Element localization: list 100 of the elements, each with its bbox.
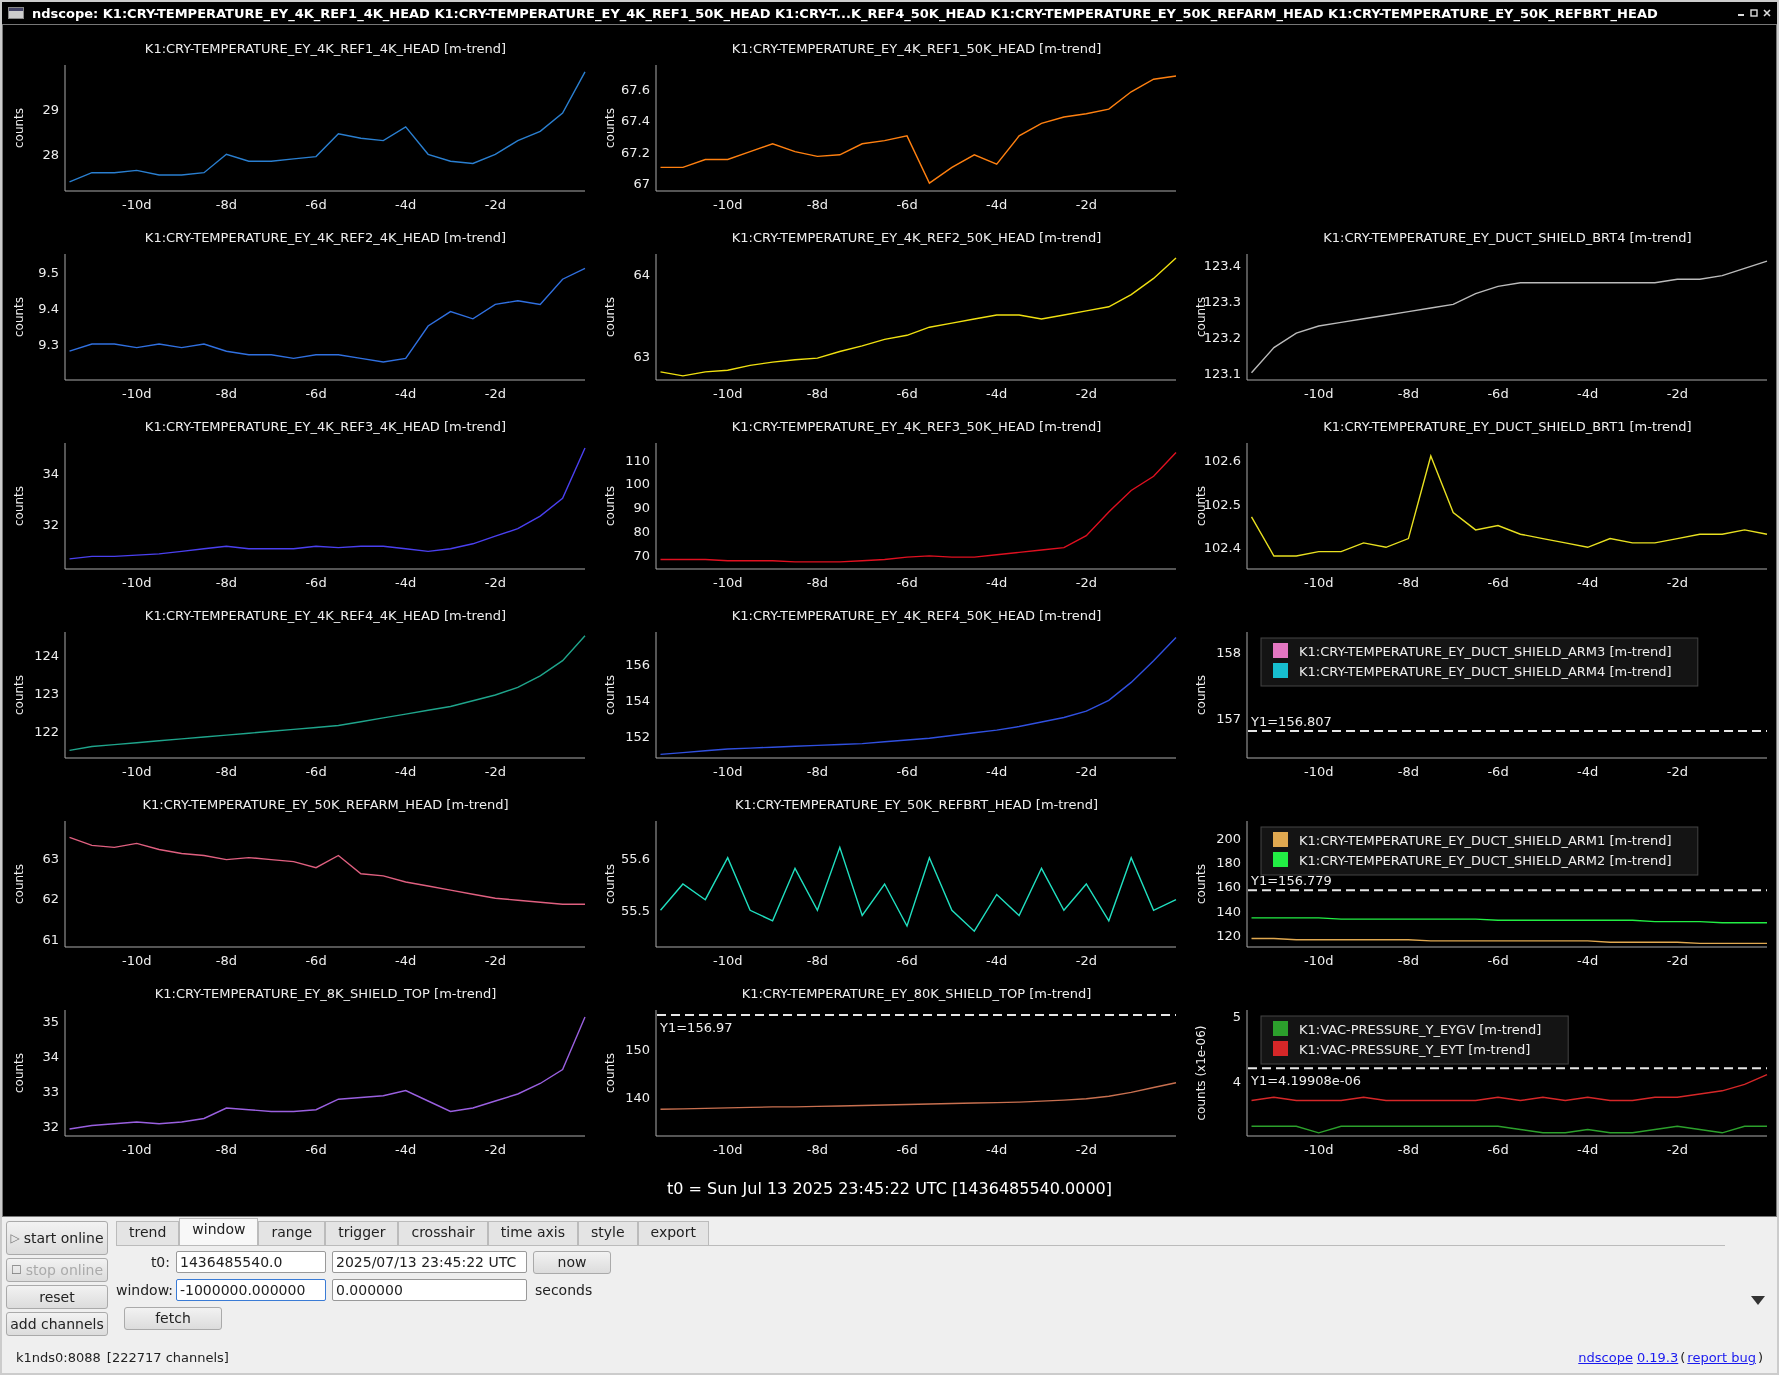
axis-title: counts — [603, 1052, 617, 1094]
axis-tick-label: -2d — [1666, 575, 1688, 590]
chart-title: K1:CRY-TEMPERATURE_EY_50K_REFARM_HEAD [m-trend] — [141, 797, 510, 814]
channel-count: [222717 channels] — [106, 1350, 229, 1365]
maximize-icon[interactable] — [1750, 9, 1758, 17]
tab[interactable]: range — [258, 1221, 326, 1245]
axis-tick-label: -2d — [1666, 1142, 1688, 1157]
axis-tick-label: 9.4 — [38, 301, 59, 316]
axis-tick-label: 29 — [42, 101, 59, 117]
field-label: t0: — [149, 1254, 170, 1270]
link[interactable]: report bug — [1687, 1350, 1756, 1365]
link[interactable]: ndscope — [1578, 1350, 1633, 1365]
axis-tick-label: -10d — [1303, 575, 1334, 590]
legend-label: K1:CRY-TEMPERATURE_EY_DUCT_SHIELD_ARM1 [m-trend] — [1299, 833, 1672, 848]
axis-tick-label: -6d — [305, 575, 327, 590]
axis-tick-label: -4d — [986, 953, 1008, 968]
axis-title: counts (x1e-06) — [1194, 1025, 1208, 1121]
axis-tick-label: -8d — [1397, 386, 1419, 401]
gps-time-field[interactable]: 1436485540.0 — [176, 1251, 326, 1273]
axis-tick-label: -4d — [986, 764, 1008, 779]
axis-tick-label: -4d — [1577, 764, 1599, 779]
utc-time-field[interactable]: 2025/07/13 23:45:22 UTC — [332, 1251, 527, 1273]
axis-title: counts — [603, 863, 617, 905]
axis-tick-label: -8d — [215, 764, 237, 779]
axis-tick-label: -2d — [1666, 953, 1688, 968]
tab[interactable]: export — [637, 1221, 709, 1245]
chart-title: K1:CRY-TEMPERATURE_EY_50K_REFBRT_HEAD [m-trend] — [734, 797, 1099, 814]
axis-tick-label: 140 — [625, 1090, 650, 1106]
cursor-line[interactable] — [1247, 730, 1768, 732]
tab[interactable]: style — [578, 1221, 638, 1245]
axis-tick-label: -10d — [712, 1142, 743, 1157]
axis-tick-label: -6d — [896, 386, 918, 401]
cursor-line[interactable] — [1247, 1067, 1768, 1070]
sidebar-button[interactable]: add channels — [6, 1312, 108, 1336]
sidebar-button[interactable]: ▷ start online — [6, 1221, 108, 1255]
axis-tick-label: 122 — [34, 724, 59, 740]
window-icon — [8, 7, 24, 19]
axis-title: counts — [12, 863, 26, 905]
axis-tick-label: -2d — [1666, 386, 1688, 401]
axis-tick-label: -6d — [896, 197, 918, 212]
axis-tick-label: 9.5 — [38, 265, 59, 280]
axis-tick-label: 110 — [625, 452, 650, 468]
axis-title: counts — [603, 485, 617, 527]
axis-tick-label: -2d — [484, 764, 506, 779]
axis-tick-label: 150 — [625, 1041, 650, 1057]
close-icon[interactable] — [1763, 9, 1771, 17]
cursor-line[interactable] — [656, 1014, 1177, 1016]
axis-tick-label: -10d — [712, 764, 743, 779]
axis-tick-label: -4d — [986, 1142, 1008, 1157]
axis-title: counts — [12, 485, 26, 527]
axis-tick-label: 67.4 — [621, 113, 650, 129]
axis-tick-label: 123.4 — [1203, 257, 1241, 273]
chart-title: K1:CRY-TEMPERATURE_EY_80K_SHIELD_TOP [m-trend] — [740, 986, 1093, 1003]
axis-tick-label: 32 — [42, 1118, 59, 1134]
axis-tick-label: -10d — [1303, 1142, 1334, 1157]
cursor-label: Y1=156.97 — [660, 1020, 733, 1035]
dropdown-caret-icon[interactable] — [1751, 1296, 1765, 1305]
tab[interactable]: time axis — [487, 1221, 578, 1245]
axis-tick-label: -4d — [395, 953, 417, 968]
cursor-label: Y1=4.19908e-06 — [1251, 1073, 1362, 1089]
axis-tick-label: -6d — [1487, 764, 1509, 779]
axis-tick-label: -8d — [806, 386, 828, 401]
window-end-field[interactable]: 0.000000 — [332, 1279, 527, 1301]
now-button[interactable]: now — [533, 1250, 611, 1274]
axis-tick-label: 62 — [42, 891, 59, 907]
axis-title: counts — [12, 296, 26, 338]
axis-tick-label: -4d — [1577, 386, 1599, 401]
axis-tick-label: -10d — [121, 1142, 152, 1157]
axis-tick-label: -8d — [806, 1142, 828, 1157]
tab[interactable]: trend — [116, 1221, 180, 1245]
axis-tick-label: -2d — [484, 953, 506, 968]
axis-tick-label: 70 — [633, 547, 650, 563]
tab[interactable]: window — [179, 1218, 259, 1245]
axis-tick-label: 5 — [1232, 1009, 1241, 1025]
axis-tick-label: -4d — [1577, 953, 1599, 968]
axis-tick-label: -8d — [1397, 575, 1419, 590]
axis-tick-label: -6d — [1487, 1142, 1509, 1157]
legend-label: K1:VAC-PRESSURE_Y_EYGV [m-trend] — [1299, 1022, 1542, 1037]
window-start-field[interactable]: -1000000.000000 — [176, 1279, 326, 1301]
axis-tick-label: -6d — [305, 953, 327, 968]
tab[interactable]: trigger — [325, 1221, 399, 1245]
axis-tick-label: -6d — [305, 1142, 327, 1157]
axis-tick-label: -6d — [896, 575, 918, 590]
sidebar-button[interactable]: reset — [6, 1285, 108, 1309]
chart-title: K1:CRY-TEMPERATURE_EY_4K_REF3_50K_HEAD [m-trend] — [730, 419, 1103, 436]
axis-tick-label: -6d — [896, 953, 918, 968]
axis-tick-label: 4 — [1232, 1074, 1241, 1090]
link[interactable]: 0.19.3 — [1636, 1350, 1679, 1365]
tab[interactable]: crosshair — [398, 1221, 488, 1245]
cursor-label: Y1=156.807 — [1251, 714, 1332, 729]
axis-tick-label: 63 — [633, 348, 650, 364]
chart-title: K1:CRY-TEMPERATURE_EY_DUCT_SHIELD_BRT4 [m-trend] — [1322, 230, 1693, 247]
axis-tick-label: 102.4 — [1203, 540, 1241, 556]
axis-tick-label: -10d — [1303, 764, 1334, 779]
cursor-line[interactable] — [1247, 889, 1768, 892]
axis-tick-label: -2d — [1075, 575, 1097, 590]
fetch-button[interactable]: fetch — [124, 1306, 222, 1330]
chart-title: K1:CRY-TEMPERATURE_EY_4K_REF2_4K_HEAD [m-trend] — [143, 230, 508, 247]
axis-title: counts — [603, 296, 617, 338]
axis-tick-label: -2d — [1075, 386, 1097, 401]
